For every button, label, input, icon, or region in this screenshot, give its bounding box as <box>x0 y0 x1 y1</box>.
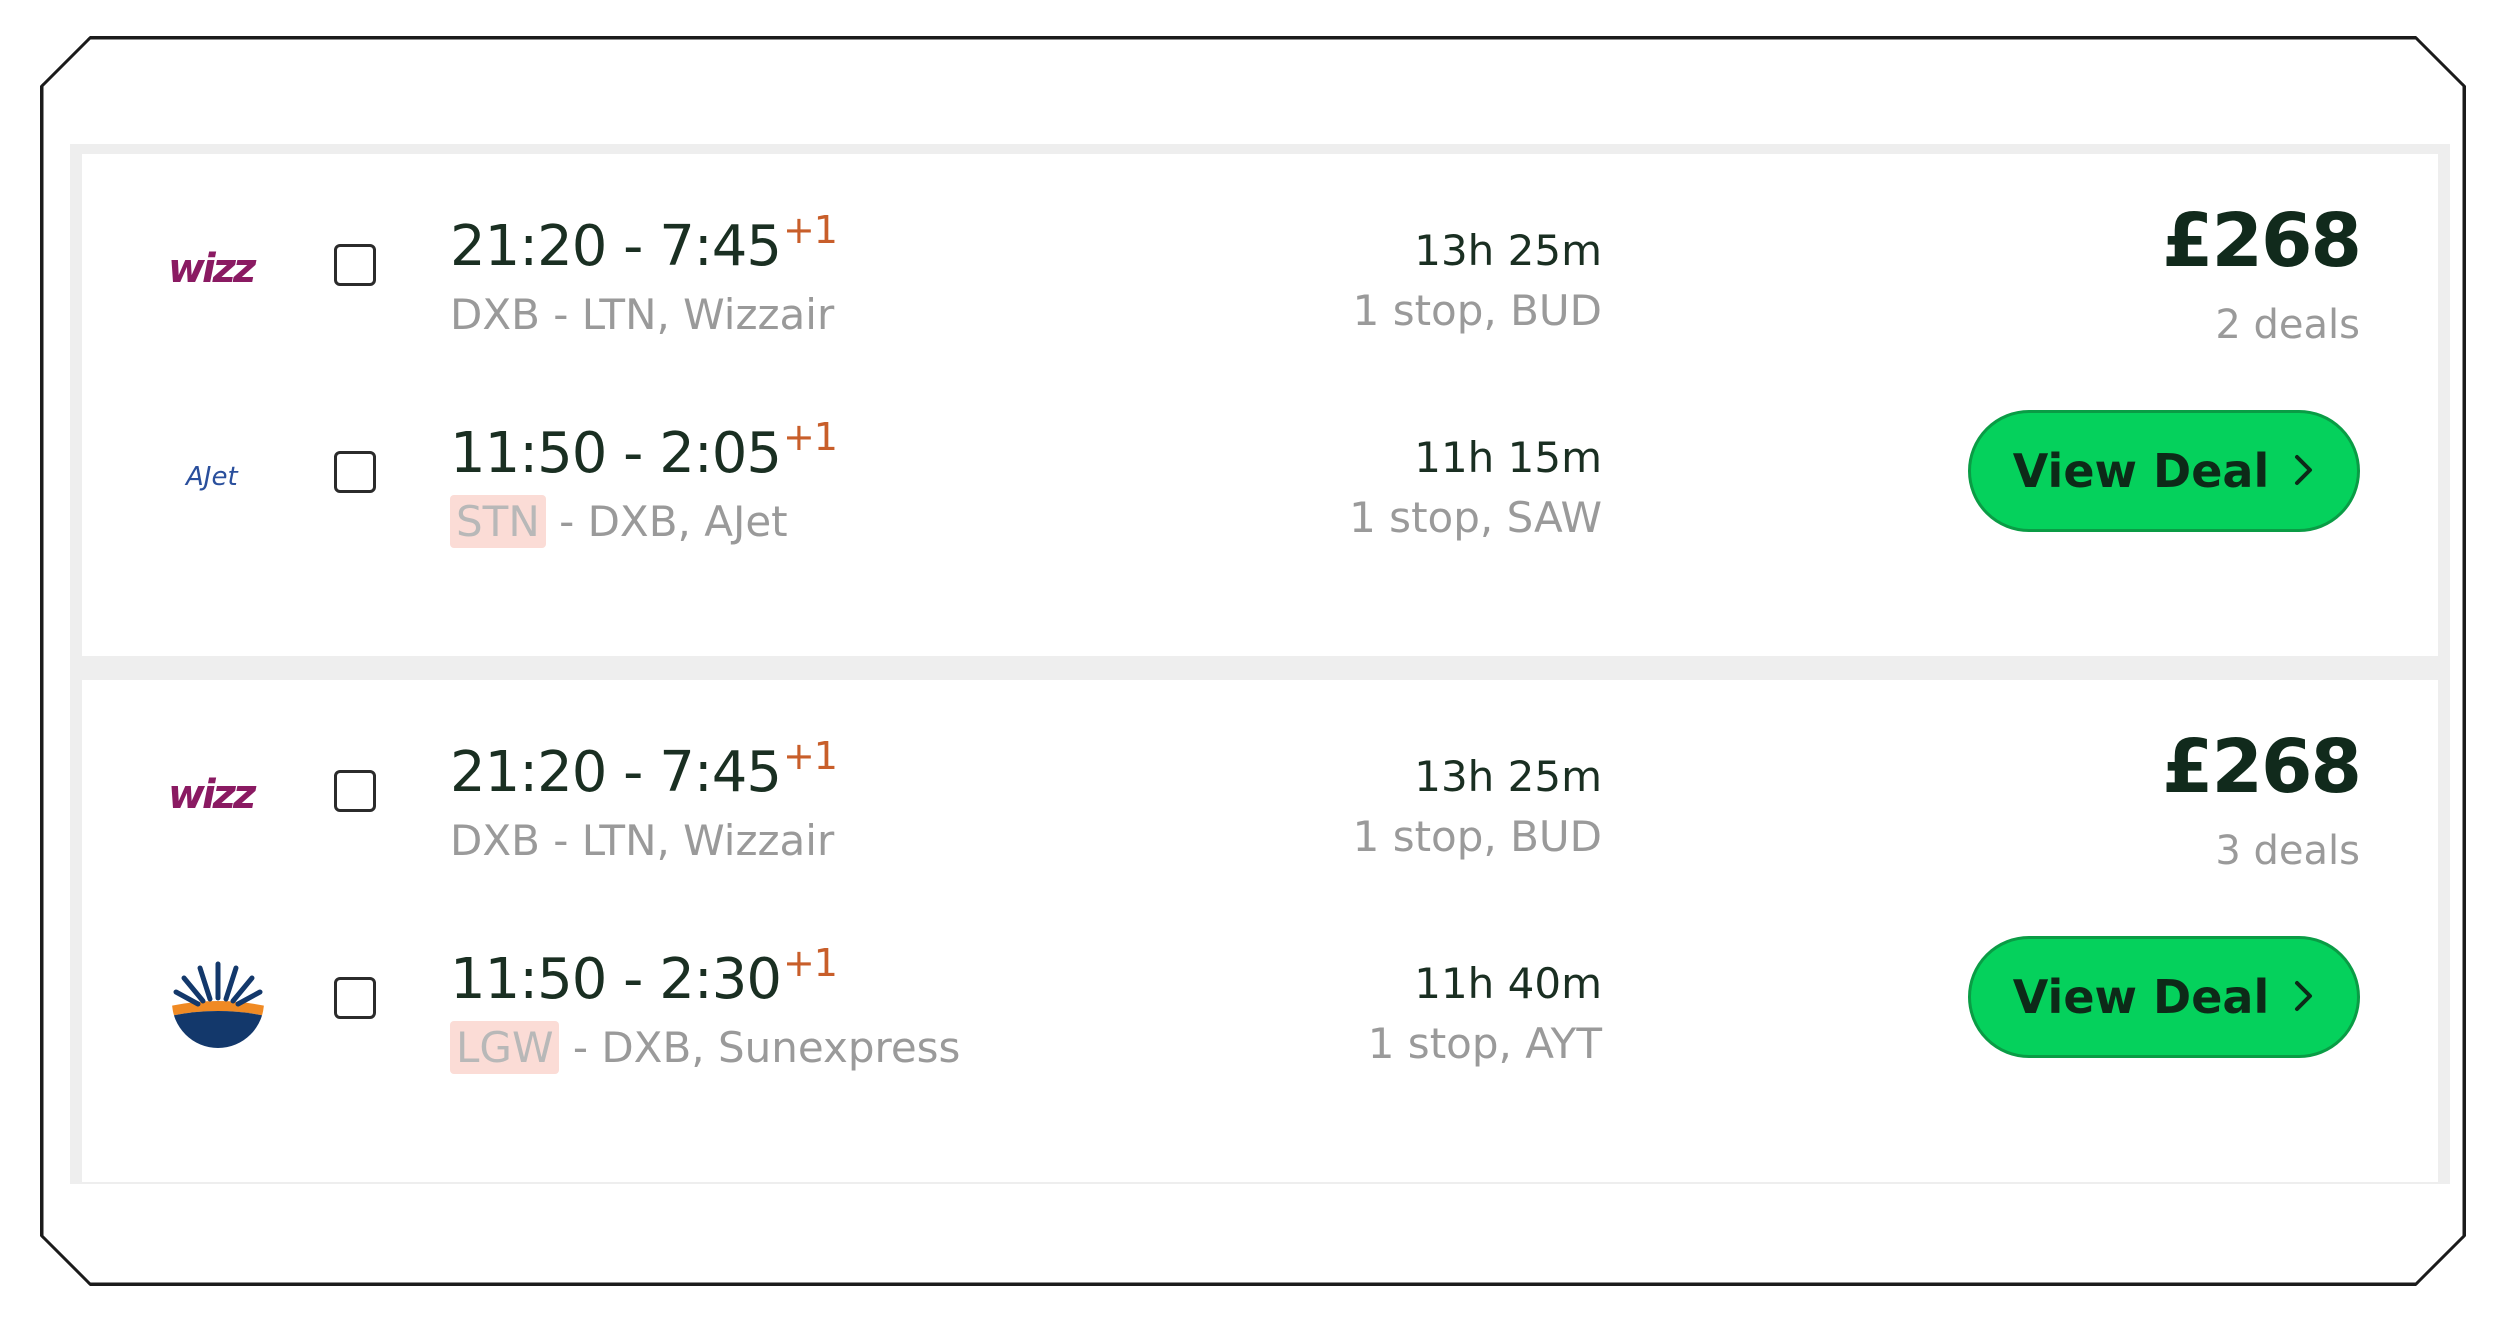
origin-airport: DXB <box>450 816 540 865</box>
view-deal-label: View Deal <box>2012 970 2270 1024</box>
flight-duration: 13h 25m <box>1414 752 1602 801</box>
chevron-right-icon <box>2293 444 2315 498</box>
chevron-right-icon <box>2293 970 2315 1024</box>
wizzair-logo-icon: wizz <box>168 246 260 292</box>
flight-times: 11:50 - 2:05+1 <box>450 415 838 486</box>
results-list: wizz 21:20 - 7:45+1 DXB - LTN, Wizzair 1… <box>70 144 2450 1184</box>
flight-times: 21:20 - 7:45+1 <box>450 208 838 279</box>
deals-count[interactable]: 3 deals <box>2215 828 2360 874</box>
price: £268 <box>2162 198 2362 284</box>
origin-airport-highlighted: STN <box>450 495 546 548</box>
wizzair-logo: wizz <box>158 750 278 840</box>
outbound-leg: wizz 21:20 - 7:45+1 DXB - LTN, Wizzair 1… <box>82 724 1602 865</box>
ajet-logo: AJet <box>158 431 278 521</box>
day-offset: +1 <box>782 734 838 778</box>
svg-text:wizz: wizz <box>168 772 257 818</box>
deals-count[interactable]: 2 deals <box>2215 302 2360 348</box>
origin-airport: DXB <box>450 290 540 339</box>
flight-times: 21:20 - 7:45+1 <box>450 734 838 805</box>
flight-stops: 1 stop, BUD <box>1352 812 1602 861</box>
select-leg-checkbox[interactable] <box>334 977 376 1019</box>
svg-text:wizz: wizz <box>168 246 257 292</box>
flight-route: DXB - LTN, Wizzair <box>450 816 835 865</box>
flight-route: STN - DXB, AJet <box>450 495 788 548</box>
flight-duration: 13h 25m <box>1414 226 1602 275</box>
return-leg: AJet 11:50 - 2:05+1 STN - DXB, AJet 11h … <box>82 405 1602 548</box>
view-deal-button[interactable]: View Deal <box>1968 936 2360 1058</box>
flight-duration: 11h 40m <box>1414 959 1602 1008</box>
price: £268 <box>2162 724 2362 810</box>
day-offset: +1 <box>782 941 838 985</box>
flight-stops: 1 stop, SAW <box>1349 493 1602 542</box>
result-card: wizz 21:20 - 7:45+1 DXB - LTN, Wizzair 1… <box>82 680 2438 1182</box>
sunexpress-logo-icon <box>172 956 264 1048</box>
flight-stops: 1 stop, AYT <box>1367 1019 1602 1068</box>
day-offset: +1 <box>782 415 838 459</box>
flight-route: DXB - LTN, Wizzair <box>450 290 835 339</box>
wizzair-logo-icon: wizz <box>168 772 260 818</box>
wizzair-logo: wizz <box>158 224 278 314</box>
flight-duration: 11h 15m <box>1414 433 1602 482</box>
flight-stops: 1 stop, BUD <box>1352 286 1602 335</box>
svg-text:AJet: AJet <box>184 462 238 492</box>
select-leg-checkbox[interactable] <box>334 451 376 493</box>
return-leg: 11:50 - 2:30+1 LGW - DXB, Sunexpress 11h… <box>82 931 1602 1074</box>
select-leg-checkbox[interactable] <box>334 770 376 812</box>
flight-times: 11:50 - 2:30+1 <box>450 941 838 1012</box>
flight-route: LGW - DXB, Sunexpress <box>450 1021 960 1074</box>
result-card: wizz 21:20 - 7:45+1 DXB - LTN, Wizzair 1… <box>82 154 2438 656</box>
view-deal-label: View Deal <box>2012 444 2270 498</box>
ajet-logo-icon: AJet <box>184 462 238 492</box>
sunexpress-logo <box>158 956 278 1048</box>
origin-airport-highlighted: LGW <box>450 1021 560 1074</box>
select-leg-checkbox[interactable] <box>334 244 376 286</box>
day-offset: +1 <box>782 208 838 252</box>
view-deal-button[interactable]: View Deal <box>1968 410 2360 532</box>
outbound-leg: wizz 21:20 - 7:45+1 DXB - LTN, Wizzair 1… <box>82 198 1602 339</box>
